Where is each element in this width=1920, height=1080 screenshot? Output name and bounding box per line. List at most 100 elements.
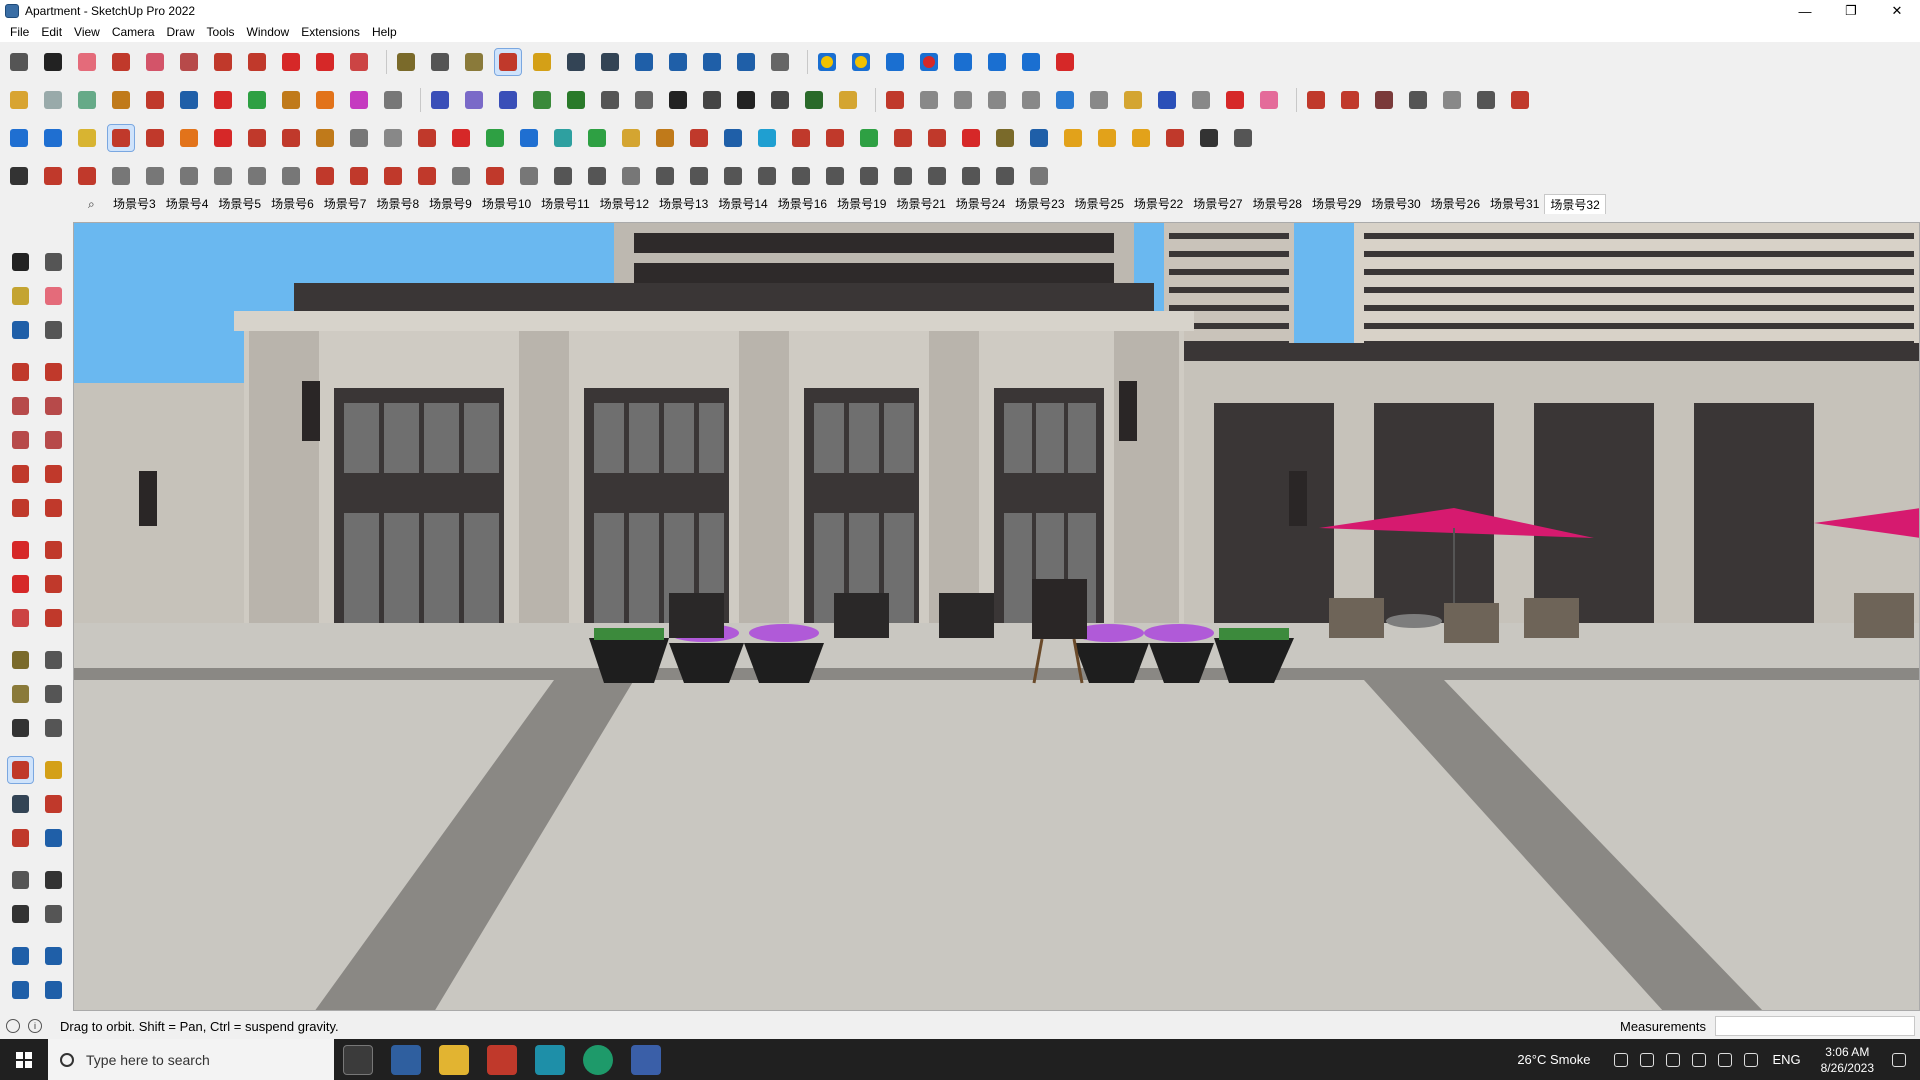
menu-help[interactable]: Help: [366, 25, 403, 39]
plugin-icon[interactable]: [1094, 125, 1120, 151]
line-icon[interactable]: [8, 359, 33, 385]
plugin-icon[interactable]: [176, 125, 202, 151]
plugin-icon[interactable]: [584, 125, 610, 151]
wifi-icon[interactable]: [1718, 1052, 1733, 1067]
select-icon[interactable]: [40, 49, 66, 75]
restore-button[interactable]: ❐: [1828, 0, 1874, 22]
plugin-icon[interactable]: [346, 125, 372, 151]
draw-tool-icon[interactable]: [550, 163, 576, 189]
plugin-icon[interactable]: [1162, 125, 1188, 151]
draw-tool-icon[interactable]: [108, 163, 134, 189]
polygon-icon[interactable]: [916, 87, 942, 113]
draw-tool-icon[interactable]: [346, 163, 372, 189]
text-icon[interactable]: [427, 49, 453, 75]
tag-icon[interactable]: [835, 87, 861, 113]
layout-icon[interactable]: [8, 977, 33, 1003]
edge-browser-icon[interactable]: [583, 1044, 613, 1075]
push-pull-icon[interactable]: [210, 49, 236, 75]
axes-icon[interactable]: [8, 715, 33, 741]
draw-tool-icon[interactable]: [176, 163, 202, 189]
draw-tool-icon[interactable]: [244, 163, 270, 189]
plugin-icon[interactable]: [516, 125, 542, 151]
orbit-icon[interactable]: [41, 249, 66, 275]
volume-icon[interactable]: [1744, 1052, 1759, 1067]
plugin-icon[interactable]: [414, 125, 440, 151]
scene-tab[interactable]: 场景号16: [773, 194, 832, 214]
plugin-icon[interactable]: [822, 125, 848, 151]
scene-tab[interactable]: 场景号23: [1010, 194, 1069, 214]
extension-warehouse-icon[interactable]: [665, 49, 691, 75]
zoom-tool-icon[interactable]: [563, 49, 589, 75]
model-viewport[interactable]: [73, 222, 1920, 1011]
plugin-icon[interactable]: [856, 125, 882, 151]
tray-app-icon[interactable]: [1640, 1052, 1655, 1067]
draw-tool-icon[interactable]: [856, 163, 882, 189]
scene-tab[interactable]: 场景号7: [319, 194, 372, 214]
sandbox-icon[interactable]: [882, 49, 908, 75]
close-button[interactable]: ✕: [1874, 0, 1920, 22]
dimension-icon[interactable]: [41, 647, 66, 673]
draw-tool-icon[interactable]: [482, 163, 508, 189]
plugin-icon[interactable]: [482, 125, 508, 151]
sketchup-taskbar-icon[interactable]: [631, 1044, 661, 1075]
clock[interactable]: 3:06 AM 8/26/2023: [1821, 1044, 1874, 1076]
scene-tab[interactable]: 场景号14: [713, 194, 772, 214]
orbit-icon[interactable]: [494, 48, 522, 76]
draw-tool-icon[interactable]: [720, 163, 746, 189]
text-icon[interactable]: [41, 681, 66, 707]
polygon-icon[interactable]: [1188, 87, 1214, 113]
section-icon[interactable]: [461, 87, 487, 113]
polygon-icon[interactable]: [41, 427, 66, 453]
material-icon[interactable]: [1507, 87, 1533, 113]
scene-tab[interactable]: 场景号24: [951, 194, 1010, 214]
material-icon[interactable]: [1371, 87, 1397, 113]
draw-tool-icon[interactable]: [312, 163, 338, 189]
tape-measure-icon[interactable]: [8, 647, 33, 673]
scene-tab[interactable]: 场景号3: [108, 194, 161, 214]
plugin-icon[interactable]: [312, 125, 338, 151]
zoom-icon[interactable]: [8, 791, 33, 817]
draw-tool-icon[interactable]: [6, 163, 32, 189]
three-point-arc-icon[interactable]: [8, 495, 33, 521]
draw-tool-icon[interactable]: [516, 163, 542, 189]
sandbox-icon[interactable]: [1052, 49, 1078, 75]
plugin-icon[interactable]: [924, 125, 950, 151]
notifications-icon[interactable]: [1892, 1052, 1906, 1067]
menu-window[interactable]: Window: [241, 25, 296, 39]
plugin-icon[interactable]: [958, 125, 984, 151]
menu-extensions[interactable]: Extensions: [295, 25, 366, 39]
scene-tab[interactable]: 场景号9: [424, 194, 477, 214]
info-icon[interactable]: i: [28, 1019, 42, 1033]
look-around-icon[interactable]: [41, 867, 66, 893]
rotated-rectangle-icon[interactable]: [41, 393, 66, 419]
taskbar-search[interactable]: Type here to search: [48, 1039, 334, 1080]
box-icon[interactable]: [6, 87, 32, 113]
push-pull-icon[interactable]: [108, 87, 134, 113]
tape-measure-icon[interactable]: [393, 49, 419, 75]
eraser-icon[interactable]: [41, 283, 66, 309]
extrude-icon[interactable]: [142, 87, 168, 113]
measurements-input[interactable]: [1715, 1016, 1915, 1036]
scene-tab[interactable]: 场景号10: [477, 194, 536, 214]
menu-file[interactable]: File: [4, 25, 35, 39]
calculator-icon[interactable]: [391, 1044, 421, 1075]
geo-location-icon[interactable]: [6, 1019, 20, 1033]
layout-icon[interactable]: [699, 49, 725, 75]
plugin-icon[interactable]: [992, 125, 1018, 151]
draw-tool-icon[interactable]: [142, 163, 168, 189]
plugin-icon[interactable]: [142, 125, 168, 151]
draw-tool-icon[interactable]: [380, 163, 406, 189]
plugin-icon[interactable]: [720, 125, 746, 151]
scene-tab[interactable]: 场景号26: [1426, 194, 1485, 214]
polygon-icon[interactable]: [1018, 87, 1044, 113]
extrude-icon[interactable]: [278, 87, 304, 113]
material-icon[interactable]: [1473, 87, 1499, 113]
zoom-icon[interactable]: [6, 49, 32, 75]
walk-icon[interactable]: [8, 901, 33, 927]
scene-tab[interactable]: 场景号8: [371, 194, 424, 214]
draw-tool-icon[interactable]: [1026, 163, 1052, 189]
follow-me-icon[interactable]: [244, 49, 270, 75]
extrude-icon[interactable]: [210, 87, 236, 113]
scene-tab[interactable]: 场景号4: [161, 194, 214, 214]
scene-tab[interactable]: 场景号22: [1129, 194, 1188, 214]
